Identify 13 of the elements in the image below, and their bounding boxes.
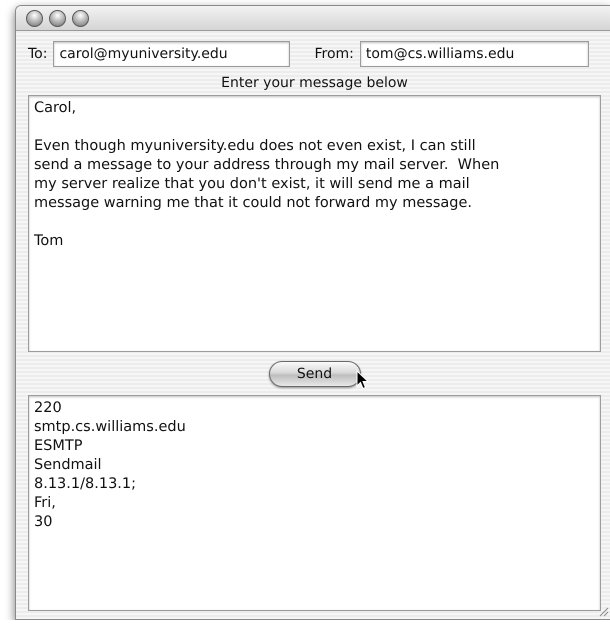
cursor-icon <box>356 370 370 390</box>
window-button[interactable] <box>26 10 43 26</box>
response-field[interactable]: 220 smtp.cs.williams.edu ESMTP Sendmail 8.13.1/8.13.1; Fri, 30 <box>28 395 601 611</box>
from-field[interactable]: tom@cs.williams.edu <box>360 41 589 67</box>
to-field[interactable]: carol@myuniversity.edu <box>53 41 290 67</box>
message-field[interactable]: Carol, Even though myuniversity.edu does not even exist, I can still send a message to your address through my mail server. When my server realize that you don't exist, it will send me a mail message warning me that it could not forward my message. Tom <box>28 95 601 352</box>
window-button[interactable] <box>49 10 66 26</box>
message-prompt: Enter your message below <box>220 75 409 91</box>
to-label: To: <box>28 46 48 62</box>
resize-grip-icon[interactable] <box>598 606 609 617</box>
from-label: From: <box>314 46 354 62</box>
send-button[interactable]: Send <box>268 361 360 387</box>
window-button[interactable] <box>72 10 89 26</box>
